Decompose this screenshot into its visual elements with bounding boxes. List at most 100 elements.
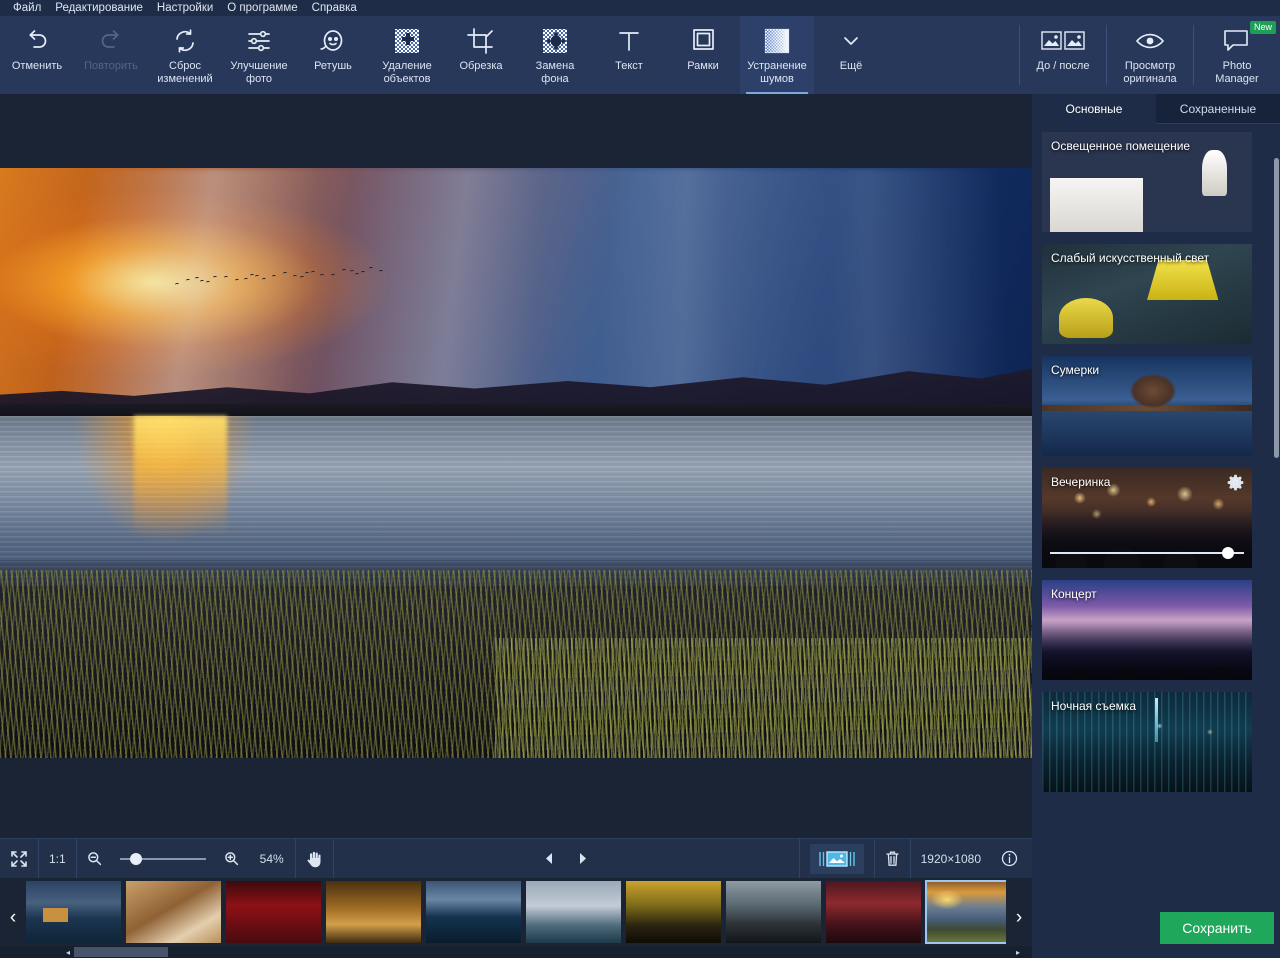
toolbar-item-before-after[interactable]: До / после [1020, 16, 1106, 94]
image-dimensions-label: 1920×1080 [911, 839, 991, 879]
toolbar-item-frames[interactable]: Рамки [666, 16, 740, 94]
bird-shape [175, 282, 179, 285]
toolbar-item-noise-removal[interactable]: Устранение шумов [740, 16, 814, 94]
toolbar-item-sliders[interactable]: Улучшение фото [222, 16, 296, 94]
object-removal-icon [393, 25, 421, 57]
preset-item[interactable]: Концерт [1042, 580, 1252, 680]
divider [333, 839, 334, 879]
preset-slider-knob[interactable] [1222, 547, 1234, 559]
menu-about[interactable]: О программе [220, 0, 304, 16]
filmstrip-scroll-left-glyph[interactable]: ◂ [62, 946, 74, 958]
new-badge: New [1250, 21, 1276, 34]
zoom-in-button[interactable] [214, 839, 249, 879]
sidebar-tabs: ОсновныеСохраненные [1032, 94, 1280, 124]
filmstrip-thumbnail[interactable] [226, 881, 321, 943]
menu-settings[interactable]: Настройки [150, 0, 220, 16]
filmstrip-thumbnail[interactable] [526, 881, 621, 943]
preset-item[interactable]: Слабый искусственный свет [1042, 244, 1252, 344]
filmstrip-scrollbar[interactable]: ◂ ▸ [0, 946, 1032, 958]
delete-image-button[interactable] [875, 839, 910, 879]
preset-list-scrollbar[interactable] [1274, 158, 1279, 458]
menu-help[interactable]: Справка [305, 0, 364, 16]
toolbar-item-photo-manager[interactable]: New Photo Manager [1194, 16, 1280, 94]
filmstrip-thumbnail[interactable] [326, 881, 421, 943]
crop-icon [466, 25, 496, 57]
previous-image-button[interactable] [533, 839, 566, 879]
toolbar-item-text[interactable]: Текст [592, 16, 666, 94]
fit-to-screen-button[interactable] [0, 839, 38, 879]
preset-item[interactable]: Освещенное помещение [1042, 132, 1252, 232]
filmstrip-thumbnail[interactable] [26, 881, 121, 943]
noise-removal-icon [764, 25, 790, 57]
frames-icon [688, 25, 718, 57]
canvas-area[interactable] [0, 94, 1032, 838]
hand-tool-button[interactable] [296, 839, 333, 879]
save-area: Сохранить [1032, 810, 1280, 958]
preset-item[interactable]: Ночная съемка [1042, 692, 1252, 792]
info-icon [1001, 850, 1018, 867]
filmstrip-scrollbar-thumb[interactable] [74, 947, 168, 957]
menu-edit[interactable]: Редактирование [48, 0, 150, 16]
bird-shape [255, 275, 259, 278]
toolbar-spacer [888, 16, 1019, 94]
filmstrip-thumbnail[interactable] [126, 881, 221, 943]
bird-shape [360, 271, 364, 274]
zoom-out-button[interactable] [77, 839, 112, 879]
toolbar-item-reset[interactable]: Сброс изменений [148, 16, 222, 94]
edited-photo[interactable] [0, 168, 1032, 758]
bird-shape [305, 272, 309, 275]
background-swap-icon [541, 25, 569, 57]
filmstrip-thumbnail[interactable] [926, 881, 1006, 943]
actual-size-button[interactable]: 1:1 [39, 839, 76, 879]
toolbar-item-crop[interactable]: Обрезка [444, 16, 518, 94]
filmstrip-thumbnail[interactable] [826, 881, 921, 943]
retouch-face-icon [318, 25, 348, 57]
toolbar-item-eye[interactable]: Просмотр оригинала [1107, 16, 1193, 94]
image-info-button[interactable] [991, 839, 1032, 879]
save-button[interactable]: Сохранить [1160, 912, 1274, 944]
filmstrip-thumbnail[interactable] [426, 881, 521, 943]
bird-shape [262, 278, 266, 281]
filmstrip-scroll-right-glyph[interactable]: ▸ [1012, 946, 1024, 958]
sidebar-tab-saved[interactable]: Сохраненные [1156, 94, 1280, 124]
preset-item[interactable]: Вечеринка [1042, 468, 1252, 568]
preset-intensity-slider[interactable] [1050, 547, 1244, 559]
preset-list[interactable]: Освещенное помещение Слабый искусственный… [1032, 124, 1280, 810]
next-image-button[interactable] [566, 839, 599, 879]
toolbar-item-undo[interactable]: Отменить [0, 16, 74, 94]
chevron-down-icon [836, 25, 866, 57]
fit-to-screen-icon [10, 850, 28, 868]
previous-image-icon [543, 852, 556, 865]
preset-label: Сумерки [1051, 363, 1218, 377]
bird-shape [200, 280, 204, 283]
undo-icon [22, 25, 52, 57]
toolbar-item-background-swap[interactable]: Замена фона [518, 16, 592, 94]
trash-icon [885, 850, 900, 867]
status-bar: 1:1 54% [0, 838, 1032, 878]
filmstrip-toggle-button[interactable] [800, 839, 874, 879]
filmstrip-thumbnail[interactable] [726, 881, 821, 943]
toolbar-item-label: Ретушь [314, 60, 352, 73]
preset-label: Ночная съемка [1051, 699, 1218, 713]
zoom-slider-knob[interactable] [130, 853, 142, 865]
toolbar-item-label: Устранение шумов [747, 60, 807, 85]
toolbar-item-object-removal[interactable]: Удаление объектов [370, 16, 444, 94]
toolbar-item-chevron-down[interactable]: Ещё [814, 16, 888, 94]
zoom-slider[interactable] [120, 853, 206, 865]
menu-file[interactable]: Файл [6, 0, 48, 16]
preset-label: Освещенное помещение [1051, 139, 1218, 153]
gear-icon[interactable] [1227, 474, 1244, 491]
sidebar-tab-main[interactable]: Основные [1032, 94, 1156, 124]
presets-sidebar: ОсновныеСохраненные Освещенное помещение… [1032, 94, 1280, 958]
filmstrip-thumbnail[interactable] [626, 881, 721, 943]
toolbar-item-label: Текст [615, 60, 643, 73]
bird-shape [223, 275, 227, 278]
reset-icon [170, 25, 200, 57]
bird-shape [379, 270, 383, 273]
zoom-in-icon [224, 851, 239, 866]
toolbar-item-label: Замена фона [536, 60, 575, 85]
preset-label: Концерт [1051, 587, 1218, 601]
preset-item[interactable]: Сумерки [1042, 356, 1252, 456]
toolbar-item-retouch-face[interactable]: Ретушь [296, 16, 370, 94]
eye-icon [1135, 25, 1165, 57]
